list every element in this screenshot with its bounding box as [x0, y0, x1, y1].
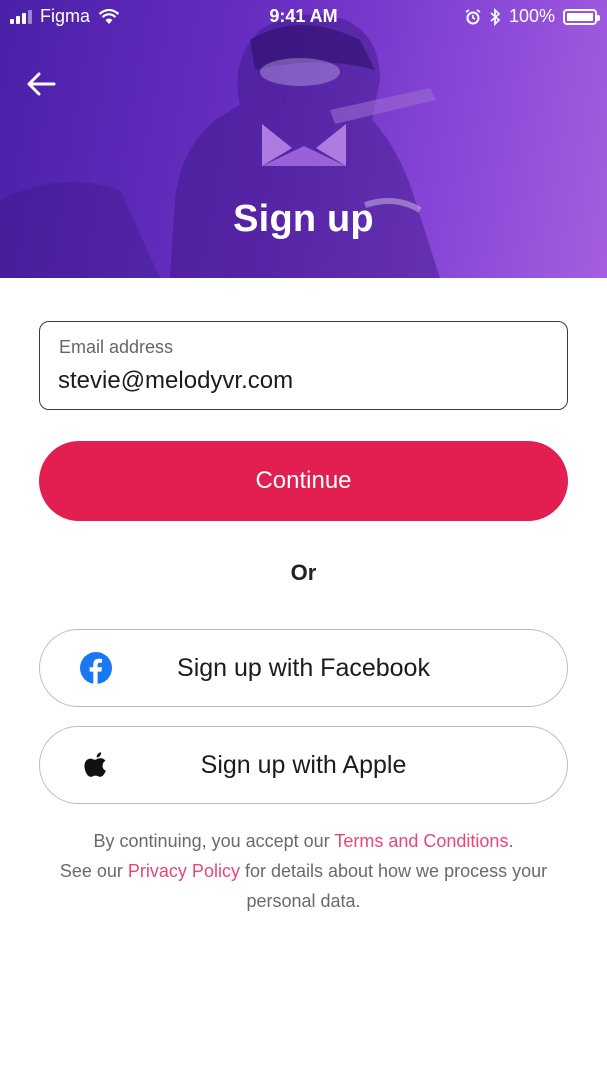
legal-line2-prefix: See our — [59, 861, 128, 881]
email-input[interactable] — [58, 364, 538, 398]
or-divider: Or — [290, 560, 317, 585]
battery-percent: 100% — [508, 6, 555, 26]
apple-signup-label: Sign up with Apple — [200, 750, 407, 779]
bluetooth-icon — [490, 7, 501, 26]
terms-link[interactable]: Terms and Conditions — [334, 831, 508, 851]
email-field-label: Email address — [59, 337, 174, 357]
legal-line2-suffix: for details about how we process your pe… — [239, 861, 548, 911]
melodyvr-logo — [262, 124, 346, 166]
facebook-signup-label: Sign up with Facebook — [177, 653, 430, 682]
apple-signup-button[interactable]: Sign up with Apple — [39, 726, 568, 804]
facebook-icon — [80, 652, 112, 684]
status-bar: Figma 9:41 AM 100% — [0, 0, 607, 34]
back-arrow-icon[interactable] — [24, 68, 60, 100]
legal-line1-prefix: By continuing, you accept our — [93, 831, 335, 851]
email-field[interactable]: Email address — [39, 321, 568, 410]
hero-header: Figma 9:41 AM 100% Sign up — [0, 0, 607, 278]
status-right: 100% — [465, 6, 600, 27]
battery-icon — [563, 8, 600, 25]
legal-line1-suffix: . — [508, 831, 514, 851]
page-title: Sign up — [233, 198, 374, 240]
facebook-signup-button[interactable]: Sign up with Facebook — [39, 629, 568, 707]
continue-button[interactable]: Continue — [39, 441, 568, 521]
alarm-icon — [465, 8, 481, 24]
privacy-link[interactable]: Privacy Policy — [128, 861, 240, 881]
legal-notice: By continuing, you accept our Terms and … — [40, 826, 567, 916]
apple-icon — [84, 752, 106, 777]
